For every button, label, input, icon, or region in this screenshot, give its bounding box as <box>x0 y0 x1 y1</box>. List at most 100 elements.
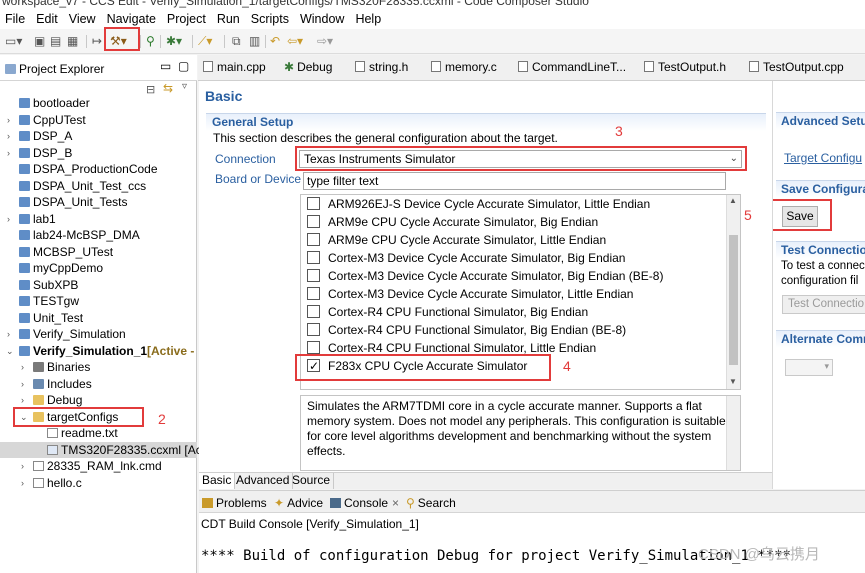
scrollbar-thumb[interactable] <box>729 235 738 365</box>
menu-edit[interactable]: Edit <box>31 12 64 26</box>
maximize-icon[interactable]: ▢ <box>178 59 189 73</box>
tree-item[interactable]: SubXPB <box>0 277 197 293</box>
tree-item[interactable]: Unit_Test <box>0 310 197 326</box>
test-connection-text: configuration fil <box>781 275 859 287</box>
back-icon[interactable]: ⇦▾ <box>287 33 303 49</box>
save-all-icon[interactable]: ▤ <box>50 33 61 49</box>
search-icon[interactable]: ⚲ <box>146 33 155 49</box>
expand-arrow-icon[interactable]: › <box>21 392 31 408</box>
menu-project[interactable]: Project <box>162 12 212 26</box>
tree-item[interactable]: › Debug <box>0 392 197 408</box>
tab-advanced[interactable]: Advanced <box>233 473 294 489</box>
undo-icon[interactable]: ↶ <box>270 33 280 49</box>
tab-testoutput-cpp[interactable]: TestOutput.cpp <box>749 60 844 74</box>
device-filter-input[interactable]: type filter text <box>303 172 726 190</box>
tree-item-label: Binaries <box>47 360 91 374</box>
save-icon[interactable]: ▣ <box>34 33 45 49</box>
tree-item[interactable]: › 28335_RAM_lnk.cmd <box>0 458 197 474</box>
new-icon[interactable]: ▭▾ <box>5 33 22 49</box>
menu-scripts[interactable]: Scripts <box>246 12 295 26</box>
print-icon[interactable]: ▦ <box>67 33 78 49</box>
tree-item-active-project[interactable]: ⌄ Verify_Simulation_1 [Active - <box>0 343 197 359</box>
tree-item-label: DSPA_Unit_Test_ccs <box>33 179 147 193</box>
wand-icon[interactable]: ⟋▾ <box>198 33 212 49</box>
menu-file[interactable]: File <box>0 12 31 26</box>
tree-item[interactable]: readme.txt <box>0 425 197 441</box>
minimize-icon[interactable]: ▭ <box>160 59 171 73</box>
menu-help[interactable]: Help <box>350 12 387 26</box>
tree-item[interactable]: › Binaries <box>0 359 197 375</box>
tab-search[interactable]: ⚲ Search <box>406 496 456 510</box>
tree-item[interactable]: › lab1 <box>0 211 197 227</box>
tab-main-cpp[interactable]: main.cpp <box>203 60 266 74</box>
debug-step-icon[interactable]: ↦ <box>92 33 102 49</box>
scroll-up-icon[interactable]: ▲ <box>729 196 737 205</box>
tree-item[interactable]: bootloader <box>0 95 197 111</box>
device-checkbox[interactable] <box>307 215 320 228</box>
copy-icon[interactable]: ⧉ <box>232 33 241 49</box>
tab-problems[interactable]: Problems <box>202 496 267 510</box>
tab-commandline[interactable]: CommandLineT... <box>518 60 626 74</box>
tree-item[interactable]: › Includes <box>0 376 197 392</box>
expand-arrow-icon[interactable]: › <box>21 376 31 392</box>
tab-debug[interactable]: ✱ Debug <box>284 60 332 74</box>
menu-run[interactable]: Run <box>212 12 246 26</box>
tree-item[interactable]: DSPA_Unit_Test_ccs <box>0 178 197 194</box>
test-connection-button[interactable]: Test Connectio <box>782 295 865 314</box>
device-checkbox[interactable] <box>307 197 320 210</box>
close-icon[interactable]: × <box>392 496 399 510</box>
tab-basic[interactable]: Basic <box>199 473 236 489</box>
tree-item[interactable]: › CppUTest <box>0 112 197 128</box>
forward-icon[interactable]: ⇨▾ <box>317 33 333 49</box>
link-editor-icon[interactable]: ⇆ <box>163 81 173 95</box>
debug-bug-icon[interactable]: ✱▾ <box>166 33 182 49</box>
tree-item[interactable]: › hello.c <box>0 475 197 491</box>
device-checkbox[interactable] <box>307 341 320 354</box>
tree-item-label: Verify_Simulation <box>33 327 126 341</box>
expand-arrow-icon[interactable]: › <box>7 211 17 227</box>
device-checkbox[interactable] <box>307 287 320 300</box>
menu-window[interactable]: Window <box>295 12 350 26</box>
expand-arrow-icon[interactable]: › <box>7 112 17 128</box>
tree-item[interactable]: DSPA_ProductionCode <box>0 161 197 177</box>
scroll-down-icon[interactable]: ▼ <box>729 377 737 386</box>
menu-navigate[interactable]: Navigate <box>102 12 162 26</box>
tree-item-label: DSP_B <box>33 146 73 160</box>
device-checkbox[interactable] <box>307 233 320 246</box>
tree-item[interactable]: MCBSP_UTest <box>0 244 197 260</box>
expand-arrow-icon[interactable]: › <box>21 475 31 491</box>
tree-item[interactable]: DSPA_Unit_Tests <box>0 194 197 210</box>
device-checkbox[interactable] <box>307 305 320 318</box>
expand-arrow-icon[interactable]: › <box>21 458 31 474</box>
alternate-communication-dropdown[interactable]: ▾ <box>785 359 833 376</box>
tab-source[interactable]: Source <box>289 473 335 489</box>
tab-advice[interactable]: ✦ Advice <box>274 496 323 510</box>
tab-memory-c[interactable]: memory.c <box>431 60 497 74</box>
tab-string-h[interactable]: string.h <box>355 60 408 74</box>
description-scrollbar[interactable] <box>726 396 740 470</box>
expand-arrow-icon[interactable]: › <box>7 128 17 144</box>
page-title: Basic <box>205 88 243 104</box>
expand-arrow-icon[interactable]: › <box>21 359 31 375</box>
tree-item[interactable]: › Verify_Simulation <box>0 326 197 342</box>
device-list-scrollbar[interactable]: ▲ ▼ <box>726 195 740 389</box>
device-checkbox[interactable] <box>307 323 320 336</box>
menu-view[interactable]: View <box>64 12 102 26</box>
tab-console[interactable]: Console × <box>330 496 399 510</box>
tree-item[interactable]: › DSP_A <box>0 128 197 144</box>
tree-item[interactable]: lab24-McBSP_DMA <box>0 227 197 243</box>
tree-item-selected[interactable]: TMS320F28335.ccxml [Ac <box>0 442 202 458</box>
device-checkbox[interactable] <box>307 251 320 264</box>
collapse-arrow-icon[interactable]: ⌄ <box>6 343 16 359</box>
tree-item[interactable]: TESTgw <box>0 293 197 309</box>
tab-testoutput-h[interactable]: TestOutput.h <box>644 60 726 74</box>
device-checkbox[interactable] <box>307 269 320 282</box>
tree-item[interactable]: › DSP_B <box>0 145 197 161</box>
project-folder-icon <box>19 98 30 108</box>
target-configuration-link[interactable]: Target Configu <box>784 151 862 165</box>
tree-item[interactable]: myCppDemo <box>0 260 197 276</box>
view-menu-icon[interactable]: ▿ <box>182 81 187 92</box>
expand-arrow-icon[interactable]: › <box>7 326 17 342</box>
expand-arrow-icon[interactable]: › <box>7 145 17 161</box>
paste-icon[interactable]: ▥ <box>249 33 260 49</box>
